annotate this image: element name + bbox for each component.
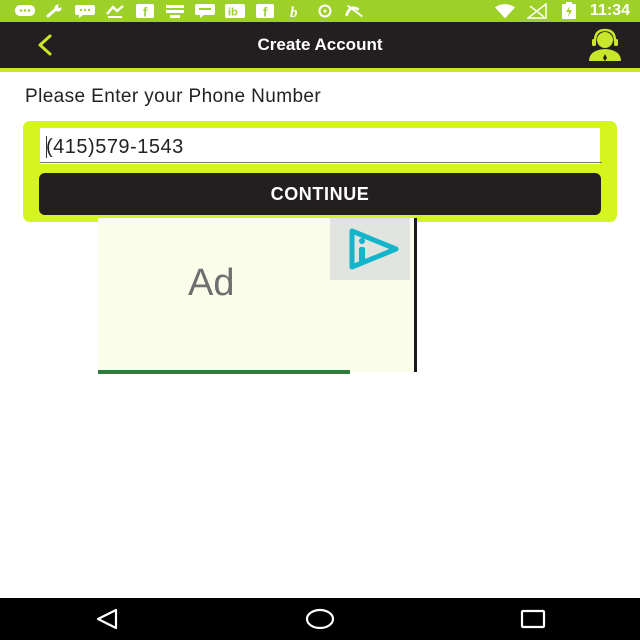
nav-recents-button[interactable] xyxy=(513,604,553,634)
ad-label: Ad xyxy=(188,262,235,304)
svg-text:b: b xyxy=(290,5,298,18)
svg-text:f: f xyxy=(263,5,268,19)
ad-choices-button[interactable] xyxy=(330,218,410,280)
page-title: Create Account xyxy=(257,35,383,54)
wifi-icon xyxy=(494,4,516,19)
facebook-icon: f xyxy=(134,4,156,18)
signal-off-icon xyxy=(526,3,548,19)
messenger-icon xyxy=(74,4,96,18)
battery-charging-icon xyxy=(558,2,580,19)
phone-input-wrapper xyxy=(40,128,602,164)
system-icons: 11:34 xyxy=(494,2,640,20)
system-nav-bar xyxy=(0,598,640,640)
ad-bottom-strip xyxy=(98,370,350,374)
phone-prompt-label: Please Enter your Phone Number xyxy=(25,86,322,107)
bubble-icon xyxy=(194,4,216,18)
no-phone-icon xyxy=(344,4,366,18)
svg-text:f: f xyxy=(143,5,148,19)
support-agent-icon xyxy=(589,28,621,61)
text-cursor xyxy=(46,136,47,158)
support-agent-button[interactable] xyxy=(584,28,626,62)
back-icon xyxy=(96,608,117,630)
nav-home-button[interactable] xyxy=(300,604,340,634)
ad-choices-icon xyxy=(349,228,399,270)
facebook-icon: f xyxy=(254,4,276,18)
status-bar: f ib f b 11:34 xyxy=(0,0,640,22)
drive-icon xyxy=(164,4,186,18)
chat-icon xyxy=(14,4,36,18)
clock: 11:34 xyxy=(589,2,630,19)
app-bar: Create Account xyxy=(0,22,640,72)
circle-icon xyxy=(314,4,336,18)
continue-button[interactable]: CONTINUE xyxy=(39,173,601,215)
svg-text:ib: ib xyxy=(228,7,238,19)
back-button[interactable] xyxy=(28,30,62,60)
nav-back-button[interactable] xyxy=(87,604,127,634)
notification-icons: f ib f b xyxy=(0,4,366,18)
wrench-icon xyxy=(44,4,66,18)
b-icon: b xyxy=(284,4,306,18)
chevron-left-icon xyxy=(38,34,52,56)
home-icon xyxy=(305,608,335,630)
ad-banner[interactable]: Ad xyxy=(98,218,417,374)
ibotta-icon: ib xyxy=(224,4,246,18)
phone-form-card: CONTINUE xyxy=(23,121,617,222)
phone-number-input[interactable] xyxy=(40,128,602,163)
hands-icon xyxy=(104,4,126,18)
recents-icon xyxy=(521,609,546,629)
